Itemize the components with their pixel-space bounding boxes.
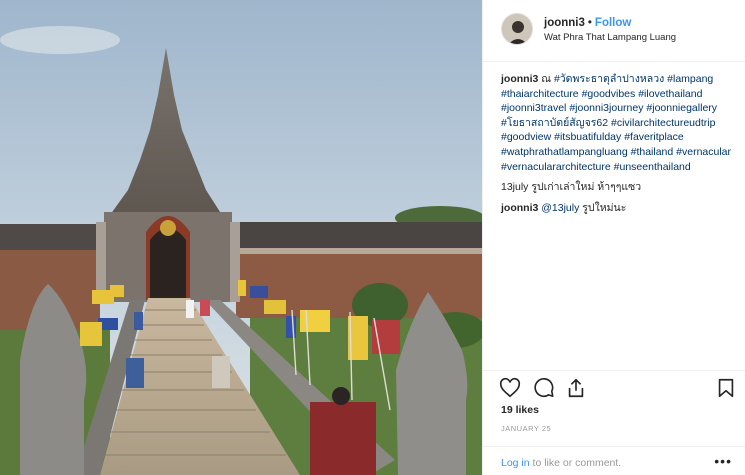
hashtag-link[interactable]: #vernacular	[676, 146, 731, 158]
comment-icon	[534, 378, 554, 398]
login-suffix: to like or comment.	[532, 457, 622, 469]
post-footer: Log in to like or comment. •••	[483, 446, 745, 475]
share-icon	[568, 378, 584, 398]
hashtag-link[interactable]: #faveritplace	[624, 131, 684, 143]
comment-1: 13july รูปเก่าเล่าใหม่ ห้าๆๆแซว	[501, 180, 739, 195]
hashtag-link[interactable]: #โยธาสถาบัตย์สัญจร62	[501, 117, 608, 129]
caption-text: joonni3 ณ #วัดพระธาตุลำปางหลวง #lampang …	[501, 72, 739, 174]
post-header: joonni3 • Follow Wat Phra That Lampang Lua…	[483, 0, 745, 62]
follow-button[interactable]: Follow	[595, 17, 631, 29]
hashtag-link[interactable]: #civilarchitectureudtrip	[611, 117, 715, 129]
like-button[interactable]	[499, 377, 521, 399]
share-button[interactable]	[565, 377, 587, 399]
bookmark-icon	[718, 378, 734, 398]
more-options-button[interactable]: •••	[714, 453, 732, 469]
hashtag-link[interactable]: #vernaculararchitecture	[501, 161, 611, 173]
comment-2-mention[interactable]: @13july	[541, 202, 579, 214]
hashtag-link[interactable]: #goodvibes	[582, 88, 636, 100]
hashtag-link[interactable]: #joonni3journey	[569, 102, 643, 114]
heart-icon	[499, 377, 521, 398]
hashtag-link[interactable]: #วัดพระธาตุลำปางหลวง	[554, 73, 664, 85]
header-user-line: joonni3 • Follow	[544, 17, 631, 29]
hashtag-link[interactable]: #ilovethailand	[638, 88, 702, 100]
temple-photo-illustration	[0, 0, 482, 475]
post-sidebar: joonni3 • Follow Wat Phra That Lampang Lua…	[482, 0, 745, 475]
login-prompt: Log in to like or comment.	[501, 457, 621, 469]
comment-button[interactable]	[533, 377, 555, 399]
post-photo[interactable]	[0, 0, 482, 475]
post-date[interactable]: JANUARY 25	[501, 424, 551, 433]
hashtag-link[interactable]: #lampang	[667, 73, 713, 85]
post-actions	[483, 370, 745, 404]
comment-2-username[interactable]: joonni3	[501, 202, 538, 214]
location-link[interactable]: Wat Phra That Lampang Luang	[544, 32, 676, 43]
comment-2: joonni3 @13july รูปใหม่นะ	[501, 201, 739, 216]
save-button[interactable]	[715, 377, 737, 399]
comment-2-text: รูปใหม่นะ	[582, 201, 627, 214]
header-separator: •	[587, 17, 592, 29]
caption-username[interactable]: joonni3	[501, 73, 538, 85]
user-silhouette-icon	[502, 14, 532, 44]
hashtag-link[interactable]: #thaiarchitecture	[501, 88, 579, 100]
avatar[interactable]	[501, 13, 533, 45]
caption-block: joonni3 ณ #วัดพระธาตุลำปางหลวง #lampang …	[501, 72, 739, 215]
hashtag-link[interactable]: #thailand	[631, 146, 674, 158]
hashtag-link[interactable]: #watphrathatlampangluang	[501, 146, 628, 158]
login-link[interactable]: Log in	[501, 457, 530, 469]
likes-count[interactable]: 19 likes	[501, 404, 539, 416]
hashtag-link[interactable]: #joonni3travel	[501, 102, 566, 114]
hashtag-link[interactable]: #joonniegallery	[646, 102, 717, 114]
post-modal: joonni3 • Follow Wat Phra That Lampang Lua…	[0, 0, 745, 475]
hashtag-link[interactable]: #unseenthailand	[614, 161, 691, 173]
caption-prefix: ณ	[541, 73, 552, 85]
hashtag-link[interactable]: #itsbuatifulday	[554, 131, 621, 143]
header-username[interactable]: joonni3	[544, 17, 585, 29]
comment-1-text: 13july รูปเก่าเล่าใหม่ ห้าๆๆแซว	[501, 181, 642, 194]
hashtag-link[interactable]: #goodview	[501, 131, 551, 143]
